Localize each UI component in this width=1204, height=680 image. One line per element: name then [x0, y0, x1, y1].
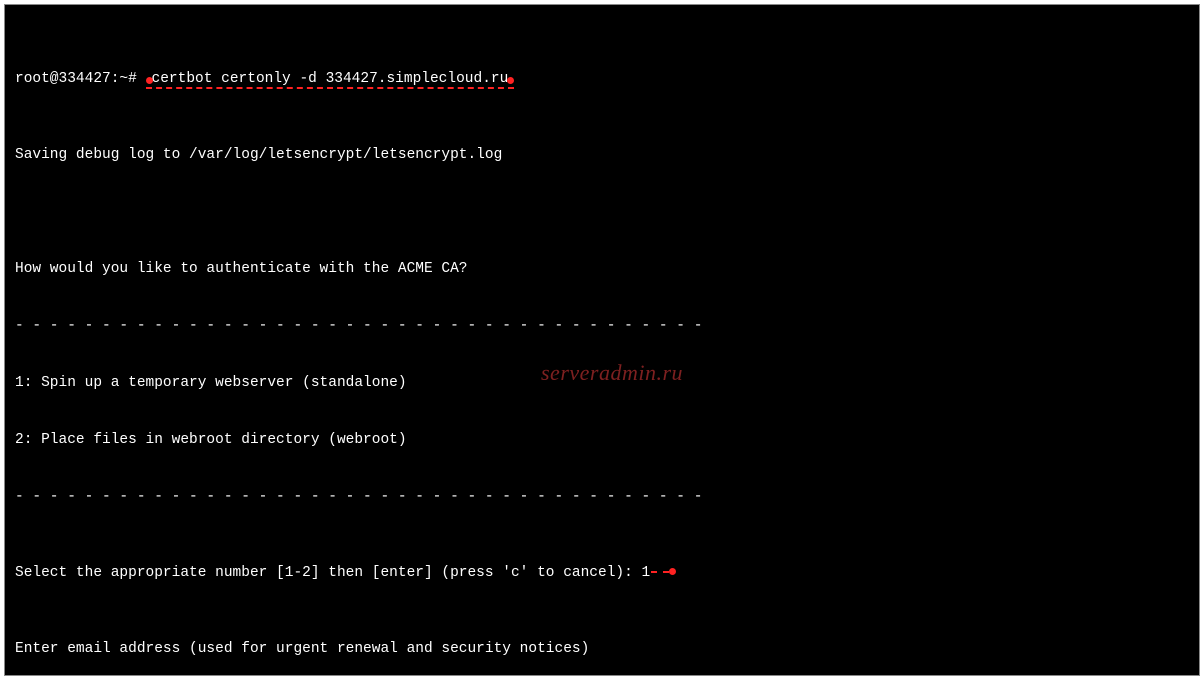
option-2: 2: Place files in webroot directory (web… [15, 431, 1189, 450]
command-line: root@334427:~# certbot certonly -d 33442… [15, 70, 1189, 89]
divider: - - - - - - - - - - - - - - - - - - - - … [15, 317, 1189, 336]
dash-marker [651, 571, 669, 573]
prompt-text: root@334427:~# [15, 71, 146, 87]
divider: - - - - - - - - - - - - - - - - - - - - … [15, 488, 1189, 507]
blank-line [15, 203, 1189, 222]
command-underlined: certbot certonly -d 334427.simplecloud.r… [146, 71, 515, 89]
log-line: Saving debug log to /var/log/letsencrypt… [15, 146, 1189, 165]
select-line: Select the appropriate number [1-2] then… [15, 564, 1189, 583]
watermark-text: serveradmin.ru [541, 363, 683, 382]
dot-icon [507, 77, 514, 84]
terminal-window[interactable]: root@334427:~# certbot certonly -d 33442… [4, 4, 1200, 676]
dot-icon [146, 77, 153, 84]
dot-icon [669, 568, 676, 575]
email-question: Enter email address (used for urgent ren… [15, 640, 1189, 659]
auth-question: How would you like to authenticate with … [15, 260, 1189, 279]
user-input-1: 1 [642, 565, 651, 581]
